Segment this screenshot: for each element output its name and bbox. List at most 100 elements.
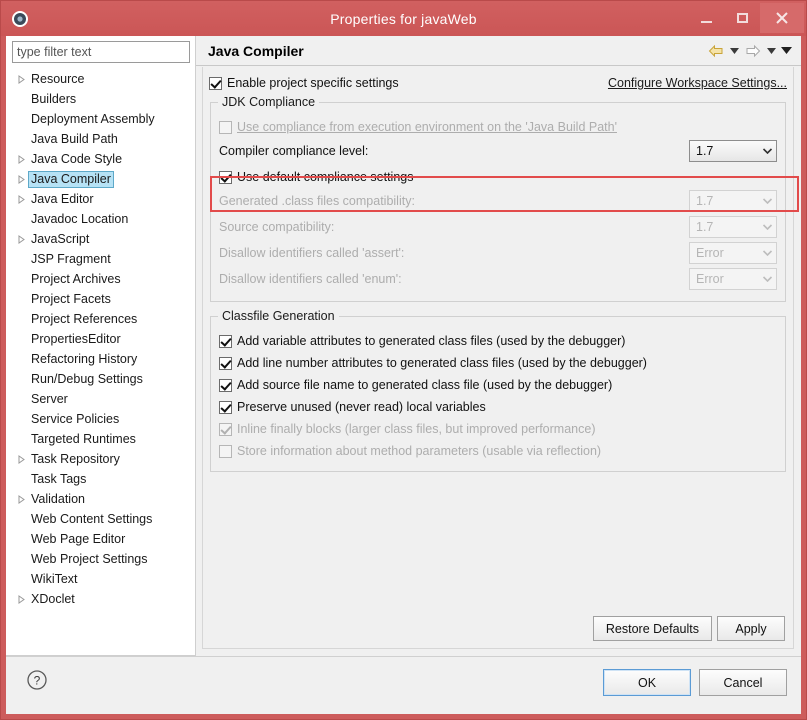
properties-dialog-window: Properties for javaWeb Resource Builders D… xyxy=(0,0,807,720)
sidebar-item-web-page-editor[interactable]: Web Page Editor xyxy=(6,529,195,549)
sidebar-item-resource[interactable]: Resource xyxy=(6,69,195,89)
minimize-button[interactable] xyxy=(688,3,724,33)
sidebar-item-javadoc-location[interactable]: Javadoc Location xyxy=(6,209,195,229)
compiler-compliance-level-select[interactable]: 1.7 xyxy=(689,140,777,162)
sidebar-item-label: Java Code Style xyxy=(31,152,123,166)
sidebar-item-java-compiler[interactable]: Java Compiler xyxy=(6,169,195,189)
compliance-field-row: Generated .class files compatibility: 1.7 xyxy=(219,188,777,214)
forward-arrow-icon[interactable] xyxy=(743,41,763,61)
sidebar-item-java-build-path[interactable]: Java Build Path xyxy=(6,129,195,149)
sidebar-item-java-code-style[interactable]: Java Code Style xyxy=(6,149,195,169)
sidebar-item-project-facets[interactable]: Project Facets xyxy=(6,289,195,309)
sidebar-item-task-repository[interactable]: Task Repository xyxy=(6,449,195,469)
sidebar-item-web-content-settings[interactable]: Web Content Settings xyxy=(6,509,195,529)
back-arrow-icon[interactable] xyxy=(706,41,726,61)
sidebar-item-deployment-assembly[interactable]: Deployment Assembly xyxy=(6,109,195,129)
sidebar-item-server[interactable]: Server xyxy=(6,389,195,409)
sidebar-item-xdoclet[interactable]: XDoclet xyxy=(6,589,195,609)
help-question-icon[interactable]: ? xyxy=(26,669,48,691)
sidebar-item-label: Deployment Assembly xyxy=(31,112,155,126)
sidebar-item-jsp-fragment[interactable]: JSP Fragment xyxy=(6,249,195,269)
sidebar-item-label: Java Editor xyxy=(31,192,94,206)
sidebar-item-label: Run/Debug Settings xyxy=(31,372,143,386)
sidebar-item-project-references[interactable]: Project References xyxy=(6,309,195,329)
sidebar-item-propertieseditor[interactable]: PropertiesEditor xyxy=(6,329,195,349)
compliance-field-label: Source compatibility: xyxy=(219,220,335,234)
apply-button[interactable]: Apply xyxy=(717,616,785,641)
classfile-option-label: Preserve unused (never read) local varia… xyxy=(237,400,486,414)
chevron-down-icon xyxy=(758,250,776,256)
close-button[interactable] xyxy=(760,3,804,33)
enable-project-specific-checkbox[interactable] xyxy=(209,76,222,90)
classfile-option-row: Add line number attributes to generated … xyxy=(219,352,777,374)
expand-triangle-icon[interactable] xyxy=(14,492,28,506)
expand-triangle-icon[interactable] xyxy=(14,592,28,606)
use-execution-environment-checkbox[interactable] xyxy=(219,120,232,134)
sidebar-item-label: Targeted Runtimes xyxy=(31,432,136,446)
classfile-options-list: Add variable attributes to generated cla… xyxy=(219,330,777,462)
chevron-down-icon xyxy=(758,198,776,204)
expand-triangle-icon[interactable] xyxy=(14,172,28,186)
sidebar-item-builders[interactable]: Builders xyxy=(6,89,195,109)
java-compiler-settings: Enable project specific settings Configu… xyxy=(202,67,794,649)
view-menu-chevron-down-icon[interactable] xyxy=(780,41,793,61)
enable-project-specific-row: Enable project specific settings Configu… xyxy=(203,70,793,96)
compliance-field-row: Disallow identifiers called 'assert': Err… xyxy=(219,240,777,266)
forward-history-chevron-down-icon[interactable] xyxy=(765,41,778,61)
classfile-option-checkbox[interactable] xyxy=(219,400,232,414)
settings-tree-panel: Resource Builders Deployment Assembly Java … xyxy=(6,36,196,656)
expand-triangle-icon[interactable] xyxy=(14,152,28,166)
classfile-option-checkbox[interactable] xyxy=(219,334,232,348)
filter-input[interactable] xyxy=(12,41,190,63)
sidebar-item-run-debug-settings[interactable]: Run/Debug Settings xyxy=(6,369,195,389)
classfile-option-checkbox[interactable] xyxy=(219,378,232,392)
maximize-icon xyxy=(736,13,748,23)
classfile-option-label: Inline finally blocks (larger class file… xyxy=(237,422,596,436)
compliance-field-select: Error xyxy=(689,242,777,264)
back-history-chevron-down-icon[interactable] xyxy=(728,41,741,61)
expand-triangle-icon[interactable] xyxy=(14,192,28,206)
configure-workspace-settings-link[interactable]: Configure Workspace Settings... xyxy=(608,76,787,90)
sidebar-item-label: Javadoc Location xyxy=(31,212,129,226)
expand-triangle-icon[interactable] xyxy=(14,72,28,86)
sidebar-item-java-editor[interactable]: Java Editor xyxy=(6,189,195,209)
sidebar-item-label: Builders xyxy=(31,92,77,106)
sidebar-item-wikitext[interactable]: WikiText xyxy=(6,569,195,589)
sidebar-item-javascript[interactable]: JavaScript xyxy=(6,229,195,249)
classfile-option-label: Store information about method parameter… xyxy=(237,444,602,458)
ok-button[interactable]: OK xyxy=(603,669,691,696)
sidebar-item-label: Server xyxy=(31,392,68,406)
compliance-field-row: Disallow identifiers called 'enum': Error xyxy=(219,266,777,292)
page-navigation xyxy=(706,41,801,61)
sidebar-item-label: Java Compiler xyxy=(28,170,114,188)
sidebar-item-project-archives[interactable]: Project Archives xyxy=(6,269,195,289)
use-default-compliance-checkbox[interactable] xyxy=(219,170,232,184)
sidebar-item-task-tags[interactable]: Task Tags xyxy=(6,469,195,489)
svg-text:?: ? xyxy=(34,674,41,688)
settings-action-buttons: Restore Defaults Apply xyxy=(592,616,785,641)
sidebar-item-validation[interactable]: Validation xyxy=(6,489,195,509)
classfile-option-row: Add variable attributes to generated cla… xyxy=(219,330,777,352)
enable-project-specific-label: Enable project specific settings xyxy=(227,76,399,90)
sidebar-item-web-project-settings[interactable]: Web Project Settings xyxy=(6,549,195,569)
cancel-button[interactable]: Cancel xyxy=(699,669,787,696)
sidebar-item-label: Task Tags xyxy=(31,472,87,486)
compliance-fields-list: Generated .class files compatibility: 1.7… xyxy=(219,188,777,292)
sidebar-item-refactoring-history[interactable]: Refactoring History xyxy=(6,349,195,369)
restore-defaults-button[interactable]: Restore Defaults xyxy=(592,616,712,641)
sidebar-item-label: Resource xyxy=(31,72,85,86)
page-title: Java Compiler xyxy=(208,42,304,59)
expand-triangle-icon[interactable] xyxy=(14,452,28,466)
classfile-option-checkbox[interactable] xyxy=(219,356,232,370)
maximize-button[interactable] xyxy=(724,3,760,33)
expand-triangle-icon[interactable] xyxy=(14,232,28,246)
sidebar-item-service-policies[interactable]: Service Policies xyxy=(6,409,195,429)
compiler-compliance-level-row: Compiler compliance level: 1.7 xyxy=(219,138,777,164)
sidebar-item-targeted-runtimes[interactable]: Targeted Runtimes xyxy=(6,429,195,449)
